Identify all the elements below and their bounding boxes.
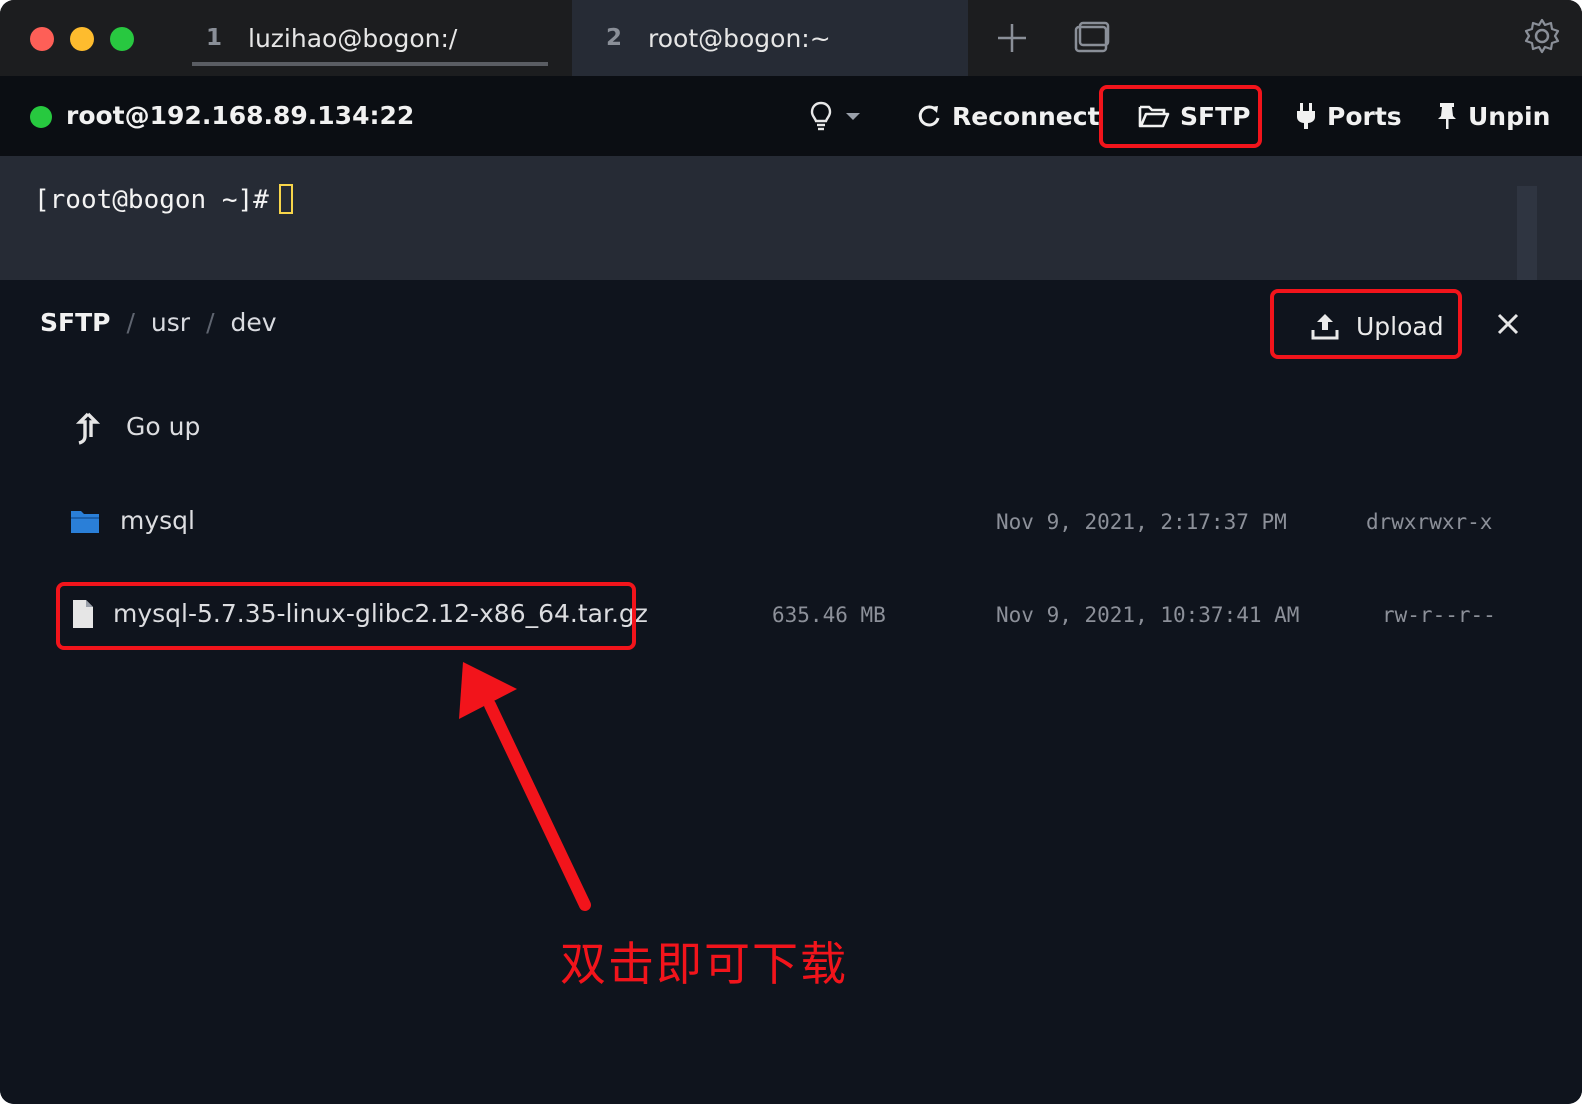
annotation-text: 双击即可下载 xyxy=(560,937,848,991)
terminal-window: 1 luzihao@bogon:/ 2 root@bogon:~ root@19… xyxy=(0,0,1582,1104)
